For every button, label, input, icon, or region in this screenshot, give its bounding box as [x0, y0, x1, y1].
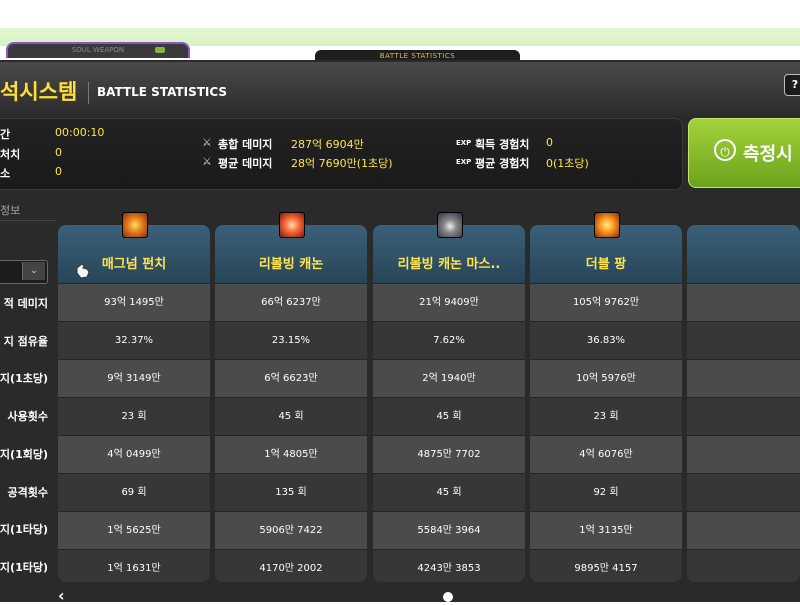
- stat-cell: 66억 6237만: [215, 283, 367, 321]
- chevron-down-icon[interactable]: ⌄: [22, 262, 45, 280]
- gained-exp-label: 획득 경험치: [475, 138, 530, 151]
- total-damage-value: 287억 6904만: [291, 138, 364, 151]
- stat-cell: 23 회: [530, 397, 682, 435]
- stat-cell: [687, 549, 800, 582]
- stat-cell: 23.15%: [215, 321, 367, 359]
- stat-cell: 4875만 7702: [373, 435, 525, 473]
- stat-cell: 23 회: [58, 397, 210, 435]
- stat-cell: 9895만 4157: [530, 549, 682, 582]
- summary-value-kills: 0: [55, 146, 62, 159]
- row-label-damage-per-second: 지(1초당): [0, 372, 48, 385]
- top-blank-area: [0, 0, 800, 28]
- avg-damage-value: 28억 7690만(1초당): [291, 157, 393, 170]
- stat-cell: [687, 359, 800, 397]
- stat-cell: [687, 321, 800, 359]
- magnum-punch-icon: [122, 212, 148, 238]
- summary-label-kills: 처치: [0, 148, 21, 161]
- stat-cell: 1억 5625만: [58, 511, 210, 549]
- stat-cell: 4170만 2002: [215, 549, 367, 582]
- page-indicator-dot[interactable]: [443, 592, 453, 602]
- skill-header: [687, 225, 800, 283]
- revolving-cannon-icon: [279, 212, 305, 238]
- stat-cell: 135 회: [215, 473, 367, 511]
- avg-damage-label: 평균 데미지: [218, 157, 273, 170]
- section-divider: [0, 220, 56, 221]
- total-damage-label: 총합 데미지: [218, 138, 273, 151]
- stat-cell: 105억 9762만: [530, 283, 682, 321]
- stat-cell: 45 회: [373, 473, 525, 511]
- stat-cell: 5906만 7422: [215, 511, 367, 549]
- title-divider: [88, 82, 89, 104]
- stat-cell: 7.62%: [373, 321, 525, 359]
- stat-cell: 6억 6623만: [215, 359, 367, 397]
- stat-cell: 4243만 3853: [373, 549, 525, 582]
- double-fang-icon: [594, 212, 620, 238]
- skill-column[interactable]: 리볼빙 캐논 66억 6237만 23.15% 6억 6623만 45 회 1억…: [215, 225, 367, 582]
- row-label-damage-share: 지 점유율: [3, 335, 48, 348]
- stat-cell: 45 회: [215, 397, 367, 435]
- row-label-use-count: 사용횟수: [7, 410, 48, 423]
- row-label-damage-per-hit-2: 지(1타당): [0, 561, 48, 574]
- stat-cell: [687, 397, 800, 435]
- skill-name: 리볼빙 캐논: [258, 257, 324, 272]
- exp-icon: EXP: [456, 158, 472, 166]
- stat-cell: 21억 9409만: [373, 283, 525, 321]
- row-label-damage-per-use: 지(1회당): [0, 448, 48, 461]
- skill-column[interactable]: 더블 팡 105억 9762만 36.83% 10억 5976만 23 회 4억…: [530, 225, 682, 582]
- help-button[interactable]: ?: [784, 74, 800, 96]
- summary-value-count: 0: [55, 165, 62, 178]
- stat-cell: 92 회: [530, 473, 682, 511]
- summary-label-count: 소: [0, 167, 11, 180]
- skill-column[interactable]: 리볼빙 캐논 마스.. 21억 9409만 7.62% 2억 1940만 45 …: [373, 225, 525, 582]
- stat-cell: 10억 5976만: [530, 359, 682, 397]
- stat-cell: 45 회: [373, 397, 525, 435]
- skill-name: 더블 팡: [585, 257, 627, 272]
- stat-cell: 4억 6076만: [530, 435, 682, 473]
- sword-icon: ⚔: [202, 136, 212, 149]
- stat-cell: 93억 1495만: [58, 283, 210, 321]
- section-label: 정보: [0, 204, 21, 217]
- stat-cell: 1억 3135만: [530, 511, 682, 549]
- revolving-cannon-mastery-icon: [437, 212, 463, 238]
- soul-weapon-icon: [155, 47, 165, 53]
- measure-button-label: 측정시: [743, 144, 793, 165]
- stat-cell: 2억 1940만: [373, 359, 525, 397]
- stat-cell: 1억 1631만: [58, 549, 210, 582]
- stat-cell: 69 회: [58, 473, 210, 511]
- gained-exp-value: 0: [546, 136, 553, 149]
- exp-icon: EXP: [456, 139, 472, 147]
- row-label-hit-count: 공격횟수: [7, 486, 48, 499]
- stat-cell: [687, 283, 800, 321]
- stat-cell: 32.37%: [58, 321, 210, 359]
- skill-column-empty[interactable]: [687, 225, 800, 582]
- stat-cell: [687, 511, 800, 549]
- window-title: 석시스템: [0, 80, 78, 104]
- stat-cell: 5584만 3964: [373, 511, 525, 549]
- hand-cursor-icon: [76, 263, 90, 279]
- stat-cell: [687, 473, 800, 511]
- stat-cell: 9억 3149만: [58, 359, 210, 397]
- stat-cell: 36.83%: [530, 321, 682, 359]
- skill-name: 리볼빙 캐논 마스..: [397, 257, 501, 272]
- stat-cell: 4억 0499만: [58, 435, 210, 473]
- power-icon: ⏻: [714, 139, 736, 161]
- summary-value-time: 00:00:10: [55, 126, 105, 139]
- window-subtitle: BATTLE STATISTICS: [97, 85, 228, 99]
- stat-cell: 1억 4805만: [215, 435, 367, 473]
- stat-cell: [687, 435, 800, 473]
- avg-exp-value: 0(1초당): [546, 157, 589, 170]
- row-label-total-damage: 적 데미지: [3, 297, 48, 310]
- scroll-left-arrow-icon[interactable]: ‹: [58, 586, 65, 605]
- row-label-damage-per-hit: 지(1타당): [0, 523, 48, 536]
- avg-exp-label: 평균 경험치: [475, 157, 530, 170]
- summary-label-time: 간: [0, 128, 11, 141]
- sword-icon: ⚔: [202, 155, 212, 168]
